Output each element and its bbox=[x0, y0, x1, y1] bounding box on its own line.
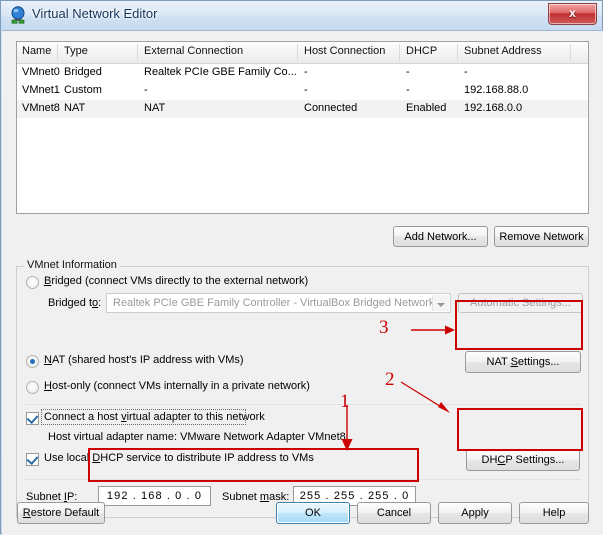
network-list-header: Name Type External Connection Host Conne… bbox=[17, 42, 588, 64]
network-list[interactable]: Name Type External Connection Host Conne… bbox=[16, 41, 589, 214]
restore-default-button[interactable]: Restore Default bbox=[17, 502, 105, 524]
window-title: Virtual Network Editor bbox=[32, 6, 158, 21]
add-network-button[interactable]: Add Network... bbox=[393, 226, 488, 247]
nat-settings-button[interactable]: NAT Settings... bbox=[465, 351, 581, 373]
column-header-external-connection[interactable]: External Connection bbox=[144, 45, 243, 57]
radio-bridged-label: Bridged (connect VMs directly to the ext… bbox=[44, 275, 309, 287]
cell-name: VMnet0 bbox=[22, 66, 60, 78]
help-button[interactable]: Help bbox=[519, 502, 589, 524]
subnet-ip-input[interactable]: 192 . 168 . 0 . 0 bbox=[98, 486, 211, 506]
checkbox-use-local-dhcp[interactable] bbox=[26, 453, 39, 466]
cell-subnet-address: 192.168.88.0 bbox=[464, 84, 529, 96]
cell-name: VMnet1 bbox=[22, 84, 60, 96]
cell-type: NAT bbox=[64, 102, 86, 114]
column-header-name[interactable]: Name bbox=[22, 45, 51, 57]
table-row[interactable]: VMnet8 NAT NAT Connected Enabled 192.168… bbox=[17, 100, 588, 118]
checkbox-connect-host-adapter[interactable] bbox=[26, 412, 39, 425]
use-local-dhcp-label: Use local DHCP service to distribute IP … bbox=[44, 452, 314, 464]
column-header-type[interactable]: Type bbox=[64, 45, 88, 57]
vmnet-information-title: VMnet Information bbox=[24, 259, 120, 271]
cell-dhcp: - bbox=[406, 66, 410, 78]
title-bar: Virtual Network Editor x bbox=[1, 1, 602, 30]
radio-host-only-label: Host-only (connect VMs internally in a p… bbox=[44, 380, 310, 392]
host-adapter-name-label: Host virtual adapter name: VMware Networ… bbox=[48, 431, 346, 443]
table-row[interactable]: VMnet1 Custom - - - 192.168.88.0 bbox=[17, 82, 588, 100]
cell-subnet-address: - bbox=[464, 66, 468, 78]
bridged-to-combo[interactable]: Realtek PCIe GBE Family Controller - Vir… bbox=[106, 293, 451, 313]
cell-external-connection: Realtek PCIe GBE Family Co... bbox=[144, 66, 297, 78]
vmware-network-icon bbox=[9, 6, 27, 24]
dhcp-settings-button[interactable]: DHCP Settings... bbox=[466, 449, 580, 471]
window-frame: Virtual Network Editor x Name Type Exter… bbox=[0, 0, 603, 535]
column-header-subnet-address[interactable]: Subnet Address bbox=[464, 45, 542, 57]
table-row[interactable]: VMnet0 Bridged Realtek PCIe GBE Family C… bbox=[17, 64, 588, 82]
automatic-settings-button: Automatic Settings... bbox=[458, 293, 583, 313]
apply-button[interactable]: Apply bbox=[438, 502, 512, 524]
cell-external-connection: NAT bbox=[144, 102, 166, 114]
cell-host-connection: - bbox=[304, 66, 308, 78]
cell-dhcp: Enabled bbox=[406, 102, 447, 114]
cell-name: VMnet8 bbox=[22, 102, 60, 114]
focus-outline bbox=[41, 409, 246, 425]
radio-nat[interactable] bbox=[26, 355, 39, 368]
remove-network-button[interactable]: Remove Network bbox=[494, 226, 589, 247]
column-header-dhcp[interactable]: DHCP bbox=[406, 45, 437, 57]
radio-nat-label: NAT (shared host's IP address with VMs) bbox=[44, 354, 244, 366]
cell-subnet-address: 192.168.0.0 bbox=[464, 102, 523, 114]
radio-host-only[interactable] bbox=[26, 381, 39, 394]
cell-dhcp: - bbox=[406, 84, 410, 96]
close-button[interactable]: x bbox=[548, 3, 597, 25]
cell-type: Custom bbox=[64, 84, 102, 96]
radio-bridged[interactable] bbox=[26, 276, 39, 289]
ok-button[interactable]: OK bbox=[276, 502, 350, 524]
virtual-network-editor-window: Virtual Network Editor x Name Type Exter… bbox=[0, 0, 603, 535]
cancel-button[interactable]: Cancel bbox=[357, 502, 431, 524]
cell-host-connection: - bbox=[304, 84, 308, 96]
bridged-to-value: Realtek PCIe GBE Family Controller - Vir… bbox=[113, 297, 450, 309]
cell-type: Bridged bbox=[64, 66, 102, 78]
column-header-host-connection[interactable]: Host Connection bbox=[304, 45, 385, 57]
cell-external-connection: - bbox=[144, 84, 148, 96]
client-area: Name Type External Connection Host Conne… bbox=[2, 30, 603, 535]
chevron-down-icon[interactable] bbox=[432, 295, 449, 311]
bridged-to-label: Bridged to: bbox=[48, 297, 102, 309]
cell-host-connection: Connected bbox=[304, 102, 358, 114]
